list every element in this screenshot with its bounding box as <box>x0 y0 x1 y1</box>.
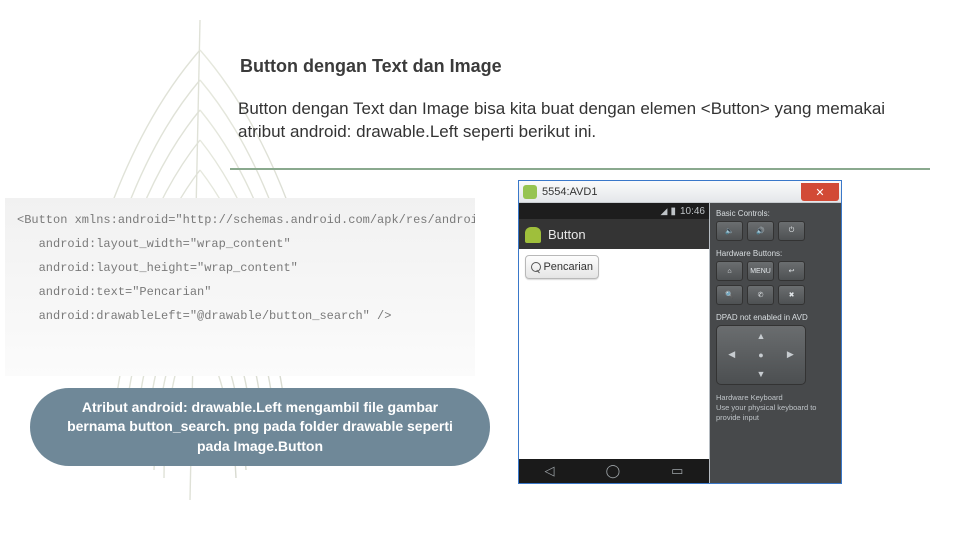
dpad[interactable]: ▲ ◀ ● ▶ ▼ <box>716 325 806 385</box>
callout-note: Atribut android: drawable.Left mengambil… <box>30 388 490 466</box>
android-navbar: ◁ ◯ ▭ <box>519 459 709 483</box>
callout-text: Atribut android: drawable.Left mengambil… <box>58 398 462 457</box>
code-line-3: android:layout_height="wrap_content" <box>17 261 298 275</box>
android-statusbar: ◢ ▮ 10:46 <box>519 203 709 219</box>
hardware-buttons-label: Hardware Buttons: <box>716 249 835 258</box>
nav-home-button[interactable]: ◯ <box>606 463 621 479</box>
code-line-5: android:drawableLeft="@drawable/button_s… <box>17 309 391 323</box>
signal-icon: ◢ <box>661 206 667 217</box>
android-icon <box>523 185 537 199</box>
code-line-4: android:text="Pencarian" <box>17 285 211 299</box>
section-paragraph: Button dengan Text dan Image bisa kita b… <box>238 98 918 144</box>
close-button[interactable]: ✕ <box>801 183 839 201</box>
hw-call-button[interactable]: ✆ <box>747 285 774 305</box>
hw-keyboard-title: Hardware Keyboard <box>716 393 835 403</box>
volume-up-button[interactable]: 🔊 <box>747 221 774 241</box>
hw-back-button[interactable]: ↩ <box>778 261 805 281</box>
divider <box>230 168 930 170</box>
dpad-down-icon: ▼ <box>757 369 766 379</box>
basic-controls-label: Basic Controls: <box>716 209 835 218</box>
dpad-center-icon: ● <box>758 350 763 360</box>
hw-search-button[interactable]: 🔍 <box>716 285 743 305</box>
dpad-label: DPAD not enabled in AVD <box>716 313 835 322</box>
code-line-1: <Button xmlns:android="http://schemas.an… <box>17 213 475 227</box>
dpad-right-icon: ▶ <box>787 349 794 360</box>
app-launcher-icon <box>524 225 542 243</box>
battery-icon: ▮ <box>670 206 676 217</box>
status-time: 10:46 <box>680 206 705 217</box>
hw-keyboard-sub: Use your physical keyboard to provide in… <box>716 403 835 423</box>
emulator-window: 5554:AVD1 ✕ ◢ ▮ 10:46 Button Pencarian <box>518 180 842 484</box>
pencarian-label: Pencarian <box>543 261 593 273</box>
section-title: Button dengan Text dan Image <box>240 56 502 77</box>
emulator-titlebar: 5554:AVD1 ✕ <box>519 181 841 203</box>
pencarian-button[interactable]: Pencarian <box>525 255 599 279</box>
volume-down-button[interactable]: 🔈 <box>716 221 743 241</box>
nav-back-button[interactable]: ◁ <box>545 463 555 479</box>
power-button[interactable]: ⏻ <box>778 221 805 241</box>
emulator-screen: ◢ ▮ 10:46 Button Pencarian ◁ ◯ ▭ <box>519 203 710 483</box>
code-line-2: android:layout_width="wrap_content" <box>17 237 291 251</box>
hw-menu-button[interactable]: MENU <box>747 261 774 281</box>
emulator-title: 5554:AVD1 <box>542 186 597 198</box>
nav-recent-button[interactable]: ▭ <box>671 463 683 479</box>
emulator-controls-panel: Basic Controls: 🔈 🔊 ⏻ Hardware Buttons: … <box>710 203 841 483</box>
dpad-up-icon: ▲ <box>757 331 766 341</box>
hw-end-button[interactable]: ✖ <box>778 285 805 305</box>
dpad-left-icon: ◀ <box>728 349 735 360</box>
search-icon <box>531 262 539 273</box>
app-title: Button <box>548 227 586 242</box>
android-appbar: Button <box>519 219 709 249</box>
code-sample: <Button xmlns:android="http://schemas.an… <box>5 198 475 376</box>
hw-home-button[interactable]: ⌂ <box>716 261 743 281</box>
